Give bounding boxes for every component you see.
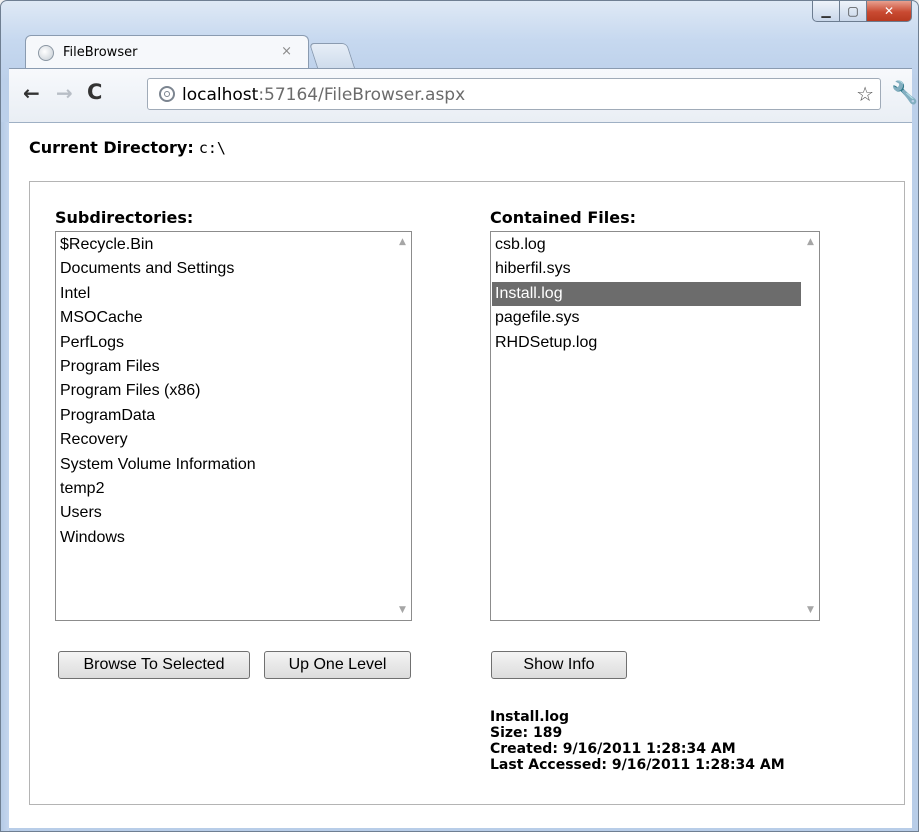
- browser-panel: Subdirectories: $Recycle.Bin Documents an…: [29, 181, 905, 805]
- subdirectory-list-item[interactable]: ProgramData: [57, 404, 393, 428]
- subdirectory-list-item[interactable]: PerfLogs: [57, 331, 393, 355]
- subdirectories-label: Subdirectories:: [55, 208, 194, 227]
- up-one-level-button[interactable]: Up One Level: [264, 651, 411, 679]
- url-path: :57164/FileBrowser.aspx: [258, 85, 466, 105]
- subdirectory-list-item[interactable]: temp2: [57, 477, 393, 501]
- page-viewport: Current Directory: c:\ Subdirectories: $…: [9, 122, 912, 828]
- file-info: Install.log Size: 189 Created: 9/16/2011…: [490, 709, 785, 773]
- forward-arrow-icon[interactable]: →: [56, 83, 73, 103]
- file-info-created: Created: 9/16/2011 1:28:34 AM: [490, 741, 736, 757]
- url-host: localhost: [182, 85, 259, 105]
- subdirectory-list-item[interactable]: $Recycle.Bin: [57, 233, 393, 257]
- browse-to-selected-button[interactable]: Browse To Selected: [58, 651, 250, 679]
- subdirectory-list-item[interactable]: System Volume Information: [57, 453, 393, 477]
- close-window-button[interactable]: ✕: [867, 1, 912, 22]
- files-listbox[interactable]: csb.log hiberfil.sys Install.log pagefile.s…: [490, 231, 820, 621]
- current-directory-label: Current Directory:: [29, 138, 194, 157]
- current-directory: Current Directory: c:\: [29, 138, 226, 157]
- page-favicon-icon: [38, 44, 54, 61]
- file-info-name: Install.log: [490, 709, 570, 725]
- back-arrow-icon[interactable]: ←: [23, 83, 40, 103]
- file-list-item[interactable]: pagefile.sys: [492, 306, 801, 330]
- url-text[interactable]: localhost:57164/FileBrowser.aspx: [182, 85, 465, 105]
- site-info-icon[interactable]: [159, 86, 175, 102]
- minimize-button[interactable]: ▁: [812, 1, 840, 22]
- browser-tab[interactable]: FileBrowser ×: [25, 35, 309, 69]
- file-list-item[interactable]: Install.log: [492, 281, 801, 307]
- file-list-item[interactable]: csb.log: [492, 233, 801, 257]
- subdirectory-list-item[interactable]: Program Files (x86): [57, 379, 393, 403]
- browser-toolbar: ← → C localhost:57164/FileBrowser.aspx ☆…: [9, 68, 918, 123]
- subdirectory-list-item[interactable]: Intel: [57, 282, 393, 306]
- subdirectory-list-item[interactable]: MSOCache: [57, 306, 393, 330]
- current-directory-value: c:\: [198, 139, 226, 157]
- reload-icon[interactable]: C: [87, 82, 102, 103]
- subdirectories-items: $Recycle.Bin Documents and Settings Intel M…: [57, 233, 393, 550]
- subdirectories-listbox[interactable]: $Recycle.Bin Documents and Settings Intel M…: [55, 231, 412, 621]
- contained-files-label: Contained Files:: [490, 208, 636, 227]
- subdirectory-list-item[interactable]: Documents and Settings: [57, 257, 393, 281]
- file-list-item[interactable]: RHDSetup.log: [492, 331, 801, 355]
- subdirectory-list-item[interactable]: Users: [57, 501, 393, 525]
- tab-close-icon[interactable]: ×: [281, 44, 292, 59]
- subdirectory-list-item[interactable]: Program Files: [57, 355, 393, 379]
- subdirectory-list-item[interactable]: Windows: [57, 526, 393, 550]
- maximize-button[interactable]: ▢: [840, 1, 867, 22]
- tab-title: FileBrowser: [63, 45, 138, 60]
- scroll-down-icon[interactable]: ▼: [394, 605, 411, 615]
- scroll-up-icon[interactable]: ▲: [394, 237, 411, 247]
- window-controls: ▁ ▢ ✕: [812, 1, 912, 22]
- file-list-item[interactable]: hiberfil.sys: [492, 257, 801, 281]
- subdirectory-list-item[interactable]: Recovery: [57, 428, 393, 452]
- subdirectories-scrollbar[interactable]: ▲ ▼: [394, 232, 411, 620]
- scroll-down-icon[interactable]: ▼: [802, 605, 819, 615]
- file-info-accessed: Last Accessed: 9/16/2011 1:28:34 AM: [490, 757, 785, 773]
- show-info-button[interactable]: Show Info: [491, 651, 627, 679]
- new-tab-button[interactable]: [308, 43, 356, 68]
- wrench-menu-icon[interactable]: 🔧: [891, 81, 918, 106]
- files-scrollbar[interactable]: ▲ ▼: [802, 232, 819, 620]
- files-items: csb.log hiberfil.sys Install.log pagefile.s…: [492, 233, 801, 355]
- browser-window: ▁ ▢ ✕ FileBrowser × ← → C localhost:5716…: [0, 0, 919, 832]
- scroll-up-icon[interactable]: ▲: [802, 237, 819, 247]
- address-bar[interactable]: localhost:57164/FileBrowser.aspx ☆: [147, 78, 881, 110]
- bookmark-star-icon[interactable]: ☆: [856, 82, 874, 106]
- file-info-size: Size: 189: [490, 725, 563, 741]
- window-left-border: [1, 122, 9, 831]
